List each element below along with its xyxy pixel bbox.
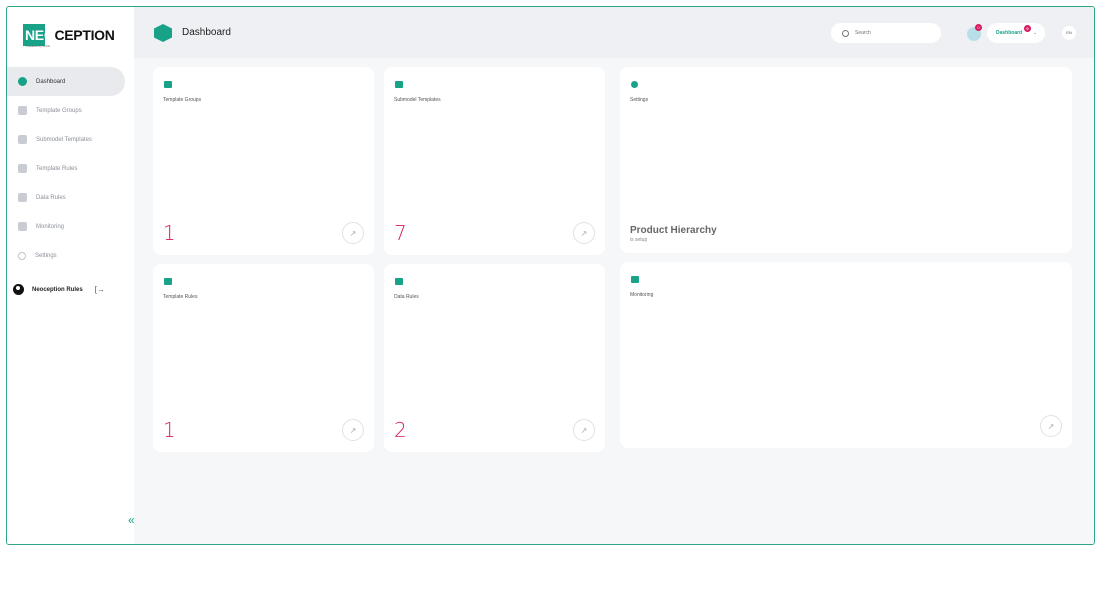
dashboard-menu-label: Dashboard — [996, 30, 1023, 36]
card-count: 2 — [394, 418, 407, 442]
card-count: 7 — [394, 221, 407, 245]
card-data-rules[interactable]: Data Rules 2 ↗ — [384, 264, 605, 452]
dashboard-menu-badge: 0 — [1024, 25, 1031, 32]
search-box[interactable] — [831, 23, 941, 43]
sidebar-item-label: Settings — [35, 252, 57, 259]
top-bar: Dashboard 0 Dashboard 0 ⌄ EN — [134, 7, 1094, 58]
sidebar-item-settings[interactable]: Settings — [7, 241, 134, 270]
data-icon — [18, 193, 27, 202]
main-content: Dashboard 0 Dashboard 0 ⌄ EN Template Gr… — [134, 7, 1094, 544]
sidebar-item-monitoring[interactable]: Monitoring — [7, 212, 134, 241]
notification-badge: 0 — [975, 24, 982, 31]
sidebar-item-submodel-templates[interactable]: Submodel Templates — [7, 125, 134, 154]
user-name: Neoception Rules — [32, 286, 83, 293]
app-window: NEOCEPTION Powered by Xutils Dashboard T… — [6, 6, 1095, 545]
sidebar-item-template-rules[interactable]: Template Rules — [7, 154, 134, 183]
logo-subtitle: Powered by Xutils — [26, 44, 51, 48]
open-arrow-icon[interactable]: ↗ — [342, 222, 364, 244]
sidebar-item-template-groups[interactable]: Template Groups — [7, 96, 134, 125]
folder-icon — [18, 106, 27, 115]
search-input[interactable] — [855, 30, 935, 36]
card-label: Settings — [630, 97, 649, 103]
gear-icon — [631, 81, 638, 88]
dashboard-menu-button[interactable]: Dashboard 0 ⌄ — [987, 23, 1045, 43]
layers-icon — [395, 81, 403, 88]
sidebar-nav: Dashboard Template Groups Submodel Templ… — [7, 67, 134, 270]
logo[interactable]: NEOCEPTION Powered by Xutils — [23, 23, 115, 53]
card-template-rules[interactable]: Template Rules 1 ↗ — [153, 264, 374, 452]
card-count: 1 — [163, 418, 176, 442]
edit-icon — [18, 164, 27, 173]
card-label: Data Rules — [394, 294, 419, 300]
open-arrow-icon[interactable]: ↗ — [342, 419, 364, 441]
sidebar-item-label: Submodel Templates — [36, 136, 92, 143]
card-monitoring[interactable]: Monitoring ↗ — [620, 262, 1072, 448]
card-count: 1 — [163, 221, 176, 245]
language-button[interactable]: EN — [1062, 26, 1076, 40]
folder-icon — [164, 81, 172, 88]
sidebar-item-label: Template Rules — [36, 165, 78, 172]
sidebar-item-label: Template Groups — [36, 107, 82, 114]
user-avatar-icon — [13, 284, 24, 295]
page-title: Dashboard — [182, 27, 231, 38]
card-label: Submodel Templates — [394, 97, 441, 103]
monitor-icon — [18, 222, 27, 231]
gear-icon — [18, 251, 26, 260]
open-arrow-icon[interactable]: ↗ — [573, 222, 595, 244]
cube-icon — [154, 24, 172, 42]
user-menu[interactable]: Neoception Rules [→ — [13, 284, 105, 295]
cube-icon — [18, 77, 27, 86]
sidebar-item-label: Data Rules — [36, 194, 66, 201]
data-icon — [395, 278, 403, 285]
open-arrow-icon[interactable]: ↗ — [1040, 415, 1062, 437]
card-label: Monitoring — [630, 292, 654, 298]
product-hierarchy-title: Product Hierarchy — [630, 225, 717, 236]
search-icon — [842, 29, 849, 37]
card-submodel-templates[interactable]: Submodel Templates 7 ↗ — [384, 67, 605, 255]
sidebar-item-dashboard[interactable]: Dashboard — [7, 67, 125, 96]
card-label: Template Groups — [163, 97, 202, 103]
sidebar-item-data-rules[interactable]: Data Rules — [7, 183, 134, 212]
logo-text: NEOCEPTION — [25, 27, 115, 43]
monitor-icon — [631, 276, 639, 283]
sidebar: NEOCEPTION Powered by Xutils Dashboard T… — [7, 7, 134, 544]
layers-icon — [18, 135, 27, 144]
chevron-down-icon: ⌄ — [1033, 30, 1038, 36]
sidebar-item-label: Dashboard — [36, 78, 66, 85]
product-hierarchy-status: is setup — [630, 237, 648, 243]
card-label: Template Rules — [163, 294, 198, 300]
edit-icon — [164, 278, 172, 285]
open-arrow-icon[interactable]: ↗ — [573, 419, 595, 441]
sidebar-item-label: Monitoring — [36, 223, 65, 230]
notification-icon[interactable]: 0 — [967, 24, 982, 41]
card-template-groups[interactable]: Template Groups 1 ↗ — [153, 67, 374, 255]
logout-icon[interactable]: [→ — [95, 285, 105, 294]
card-settings[interactable]: Settings Product Hierarchy is setup — [620, 67, 1072, 253]
